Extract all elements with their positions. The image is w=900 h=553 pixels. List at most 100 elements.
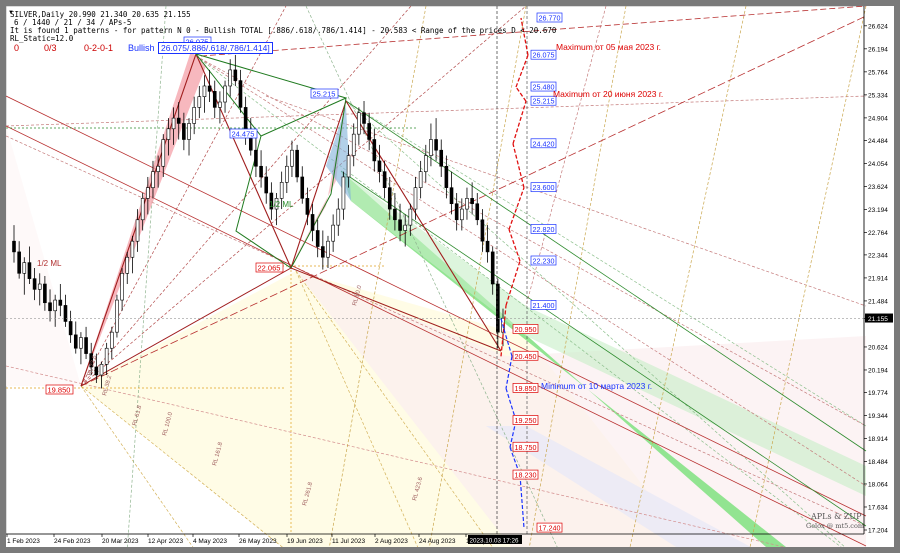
y-tick-label: 21.484 [868,298,888,305]
target-down-label: 17.240 [536,522,563,533]
watermark-line-2: Gelox @ mt5.com [806,522,865,530]
candle-body [480,219,485,242]
candle-body [408,208,413,226]
y-tick-label: 20.624 [868,344,888,351]
candle-body [490,251,495,285]
svg-text:22.065: 22.065 [258,264,281,273]
candle-body [429,139,433,156]
x-tick-label: 19 Jun 2023 [287,538,323,545]
candle-body [233,69,238,81]
y-tick-label: 26.624 [868,23,888,30]
x-tick-label: 1 Feb 2023 [7,538,40,545]
candle-body [202,85,207,97]
candle-body [485,240,490,253]
pattern-info-line: It is found 1 patterns - for pattern N 0… [10,26,557,35]
candle-body [223,85,227,103]
candle-body [53,299,57,312]
svg-text:26.770: 26.770 [539,14,561,23]
candle-body [37,283,42,290]
svg-text:20.950: 20.950 [515,325,537,334]
candle-body [120,273,124,301]
candle-body [285,165,289,183]
candle-body [382,171,387,188]
watermark-line-1: APLs & ZUP [811,512,862,521]
candle-body [423,155,428,172]
y-tick-label: 25.764 [868,69,888,76]
svg-text:18.750: 18.750 [515,443,537,452]
x-tick-label: 26 May 2023 [239,538,277,545]
y-tick-label: 24.904 [868,115,888,122]
candle-body [94,366,99,376]
candle-body [346,155,351,178]
rl-static-line: RL_Static=12.0 [10,34,74,43]
x-tick-label: 2 Aug 2023 [375,538,408,545]
candle-body [465,198,469,210]
pivot-label: 25.215 [310,88,339,99]
candle-body [17,251,21,274]
svg-text:22.820: 22.820 [533,225,555,234]
candle-body [32,278,37,290]
candle-body [341,176,346,210]
y-tick-label: 18.484 [868,459,888,466]
half-ml-green-label: 1/2 ML [269,200,294,209]
candle-body [192,107,196,124]
pivot-label: 19.850 [45,384,74,395]
candle-body [135,219,140,242]
target-down-label: 19.850 [512,383,539,393]
x-tick-label: 4 May 2023 [193,538,227,545]
x-tick-label: 20 Mar 2023 [102,538,139,545]
svg-text:25.215: 25.215 [313,90,336,99]
candle-body [22,262,27,274]
price-chart[interactable]: 26.770 26.075 25.480 25.215 24.420 23.600 22.8… [6,6,894,547]
svg-text:22.230: 22.230 [533,256,555,265]
annotation-min-march: Minimum от 10 марта 2023 г. [541,381,653,391]
candle-body [254,149,258,167]
svg-text:18.230: 18.230 [515,471,537,480]
y-tick-label: 26.194 [868,46,888,53]
svg-text:19.850: 19.850 [48,386,71,395]
candle-body [140,198,145,221]
candle-body [27,262,32,279]
candle-body [279,182,284,199]
candle-body [79,337,83,349]
candle-body [326,240,330,258]
candle-body [331,224,335,242]
y-tick-label: 25.334 [868,92,888,99]
counter-c: 0-2-0-1 [84,43,114,53]
candle-body [295,149,299,178]
candle-body [305,198,310,215]
x-tick-label: 24 Feb 2023 [54,538,91,545]
candle-body [68,321,73,336]
candle-body [300,176,305,199]
candle-body [351,133,356,156]
y-tick-label: 21.914 [868,275,888,282]
y-tick-label: 23.624 [868,184,888,191]
y-tick-label: 22.344 [868,252,888,259]
candle-body [12,240,16,253]
svg-text:17.240: 17.240 [539,524,561,533]
candle-body [259,165,263,178]
target-down-label: 20.450 [512,350,539,361]
pivot-label: 24.475 [229,128,258,139]
svg-text:23.600: 23.600 [533,183,555,192]
svg-text:19.850: 19.850 [515,384,537,393]
candle-body [176,117,181,124]
target-down-label: 19.250 [512,415,539,425]
candle-body [197,96,202,108]
chart-window-frame: 26.770 26.075 25.480 25.215 24.420 23.600 22.8… [0,0,900,553]
x-tick-label: 2023.10.03 17:26 [470,538,520,545]
candle-body [218,101,222,108]
y-tick-label: 24.484 [868,138,888,145]
candle-body [367,123,371,140]
y-tick-label: 22.764 [868,230,888,237]
candle-body [238,80,243,108]
candle-body [156,165,160,172]
candle-body [182,123,186,140]
candle-body [99,363,104,376]
candle-body [151,171,155,188]
y-tick-label: 18.064 [868,481,888,488]
candle-body [63,305,68,322]
y-tick-label: 19.344 [868,413,888,420]
y-tick-label: 23.194 [868,207,888,214]
target-up-label: 24.420 [530,138,557,148]
